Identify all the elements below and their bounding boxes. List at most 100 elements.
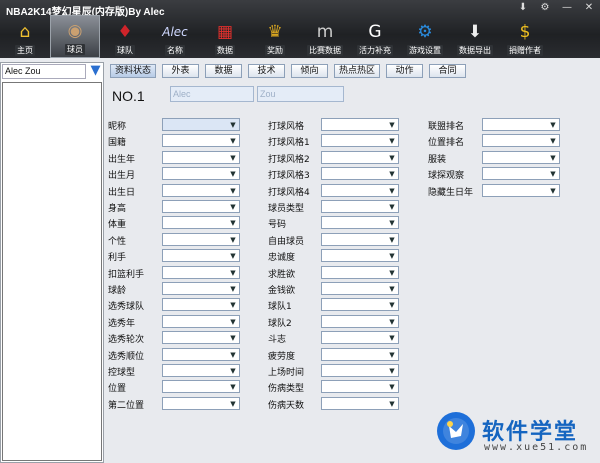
chevron-down-icon: ▼ xyxy=(230,121,236,129)
chevron-down-icon: ▼ xyxy=(230,285,236,293)
field-dropdown[interactable]: ▼ xyxy=(162,298,240,312)
field-dropdown[interactable]: ▼ xyxy=(162,118,240,131)
chevron-down-icon: ▼ xyxy=(550,137,556,146)
field-label: 疲劳度 xyxy=(268,351,296,362)
filter-funnel-icon[interactable]: ▼ xyxy=(88,64,103,79)
first-name-field[interactable]: Alec xyxy=(170,86,254,102)
house-icon: ⌂ xyxy=(19,22,31,42)
chevron-down-icon: ▼ xyxy=(389,235,395,244)
chevron-down-icon: ▼ xyxy=(230,186,236,195)
field-dropdown[interactable]: ▼ xyxy=(321,249,399,263)
field-dropdown[interactable]: ▼ xyxy=(321,150,399,164)
field-dropdown[interactable]: ▼ xyxy=(321,396,399,410)
field-dropdown[interactable]: ▼ xyxy=(162,167,240,181)
toolbar-button-2[interactable]: ♦ 球队 xyxy=(100,15,150,58)
field-dropdown[interactable]: ▼ xyxy=(162,364,240,377)
tab-3[interactable]: 技术 xyxy=(248,64,286,78)
field-label: 出生月 xyxy=(108,171,136,182)
field-dropdown[interactable]: ▼ xyxy=(321,265,399,279)
field-label: 国籍 xyxy=(108,138,127,149)
field-dropdown[interactable]: ▼ xyxy=(162,150,240,164)
toolbar-button-9[interactable]: ⬇ 数据导出 xyxy=(450,15,500,58)
player-number: NO.1 xyxy=(112,88,145,104)
field-dropdown[interactable]: ▼ xyxy=(482,183,560,197)
toolbar-button-10[interactable]: $ 捐赠作者 xyxy=(500,15,550,58)
field-label: 位置排名 xyxy=(428,138,465,149)
toolbar-button-4[interactable]: ▦ 数据 xyxy=(200,15,250,58)
toolbar-button-8[interactable]: ⚙ 游戏设置 xyxy=(400,15,450,58)
chevron-down-icon: ▼ xyxy=(389,153,395,162)
field-dropdown[interactable]: ▼ xyxy=(321,298,399,312)
field-dropdown[interactable]: ▼ xyxy=(482,118,560,131)
field-label: 隐藏生日年 xyxy=(428,187,474,198)
player-icon: ◉ xyxy=(67,21,83,41)
field-dropdown[interactable]: ▼ xyxy=(162,134,240,148)
field-dropdown[interactable]: ▼ xyxy=(321,331,399,345)
toolbar-button-3[interactable]: Alec 名称 xyxy=(150,15,200,58)
field-dropdown[interactable]: ▼ xyxy=(162,282,240,295)
toolbar-label: 数据导出 xyxy=(457,45,493,56)
tab-bar: 资料状态 外表 数据 技术 倾向 热点热区 动作 合同 xyxy=(110,64,467,78)
player-search-input[interactable]: Alec Zou xyxy=(2,64,86,79)
toolbar-label: 球队 xyxy=(115,45,135,56)
field-label: 昵称 xyxy=(108,122,127,132)
field-dropdown[interactable]: ▼ xyxy=(162,331,240,345)
field-dropdown[interactable]: ▼ xyxy=(321,282,399,295)
field-dropdown[interactable]: ▼ xyxy=(321,200,399,213)
tab-2[interactable]: 数据 xyxy=(205,64,243,78)
toolbar-button-0[interactable]: ⌂ 主页 xyxy=(0,15,50,58)
field-dropdown[interactable]: ▼ xyxy=(321,364,399,377)
tab-5[interactable]: 热点热区 xyxy=(334,64,381,78)
field-dropdown[interactable]: ▼ xyxy=(321,232,399,246)
field-dropdown[interactable]: ▼ xyxy=(321,314,399,328)
toolbar-button-7[interactable]: G 活力补充 xyxy=(350,15,400,58)
field-dropdown[interactable]: ▼ xyxy=(162,347,240,361)
field-label: 金钱欲 xyxy=(268,286,296,296)
field-dropdown[interactable]: ▼ xyxy=(482,134,560,148)
field-dropdown[interactable]: ▼ xyxy=(162,396,240,410)
field-label: 斗志 xyxy=(268,335,287,346)
toolbar-button-1[interactable]: ◉ 球员 xyxy=(50,15,100,58)
minimize-button[interactable]: — xyxy=(560,2,574,13)
toolbar-button-6[interactable]: m 比赛数据 xyxy=(300,15,350,58)
field-dropdown[interactable]: ▼ xyxy=(162,265,240,279)
field-dropdown[interactable]: ▼ xyxy=(162,380,240,394)
field-dropdown[interactable]: ▼ xyxy=(162,249,240,263)
field-label: 球员类型 xyxy=(268,204,305,214)
tab-4[interactable]: 倾向 xyxy=(291,64,329,78)
dollar-icon: $ xyxy=(519,22,531,42)
toolbar-button-5[interactable]: ♛ 奖励 xyxy=(250,15,300,58)
field-dropdown[interactable]: ▼ xyxy=(482,150,560,164)
chevron-down-icon: ▼ xyxy=(389,383,395,392)
player-list[interactable] xyxy=(2,82,102,461)
field-dropdown[interactable]: ▼ xyxy=(162,232,240,246)
field-dropdown[interactable]: ▼ xyxy=(162,183,240,197)
tab-0[interactable]: 资料状态 xyxy=(110,64,157,78)
field-dropdown[interactable]: ▼ xyxy=(321,216,399,230)
field-dropdown[interactable]: ▼ xyxy=(162,200,240,213)
brand-logo-icon: m xyxy=(316,22,334,42)
toolbar-label: 游戏设置 xyxy=(407,45,443,56)
close-button[interactable]: ✕ xyxy=(582,2,596,13)
field-dropdown[interactable]: ▼ xyxy=(321,183,399,197)
field-label: 出生年 xyxy=(108,154,136,165)
chevron-down-icon: ▼ xyxy=(389,121,395,129)
toolbar-label: 数据 xyxy=(215,45,235,56)
tab-6[interactable]: 动作 xyxy=(386,64,424,78)
tab-1[interactable]: 外表 xyxy=(162,64,200,78)
field-dropdown[interactable]: ▼ xyxy=(321,380,399,394)
field-dropdown[interactable]: ▼ xyxy=(321,118,399,131)
field-dropdown[interactable]: ▼ xyxy=(321,347,399,361)
field-label: 打球风格4 xyxy=(268,187,310,198)
download-window-icon[interactable]: ⬇ xyxy=(516,2,530,13)
tab-7[interactable]: 合同 xyxy=(429,64,467,78)
field-dropdown[interactable]: ▼ xyxy=(321,134,399,148)
field-dropdown[interactable]: ▼ xyxy=(162,216,240,230)
chevron-down-icon: ▼ xyxy=(550,153,556,162)
field-dropdown[interactable]: ▼ xyxy=(482,167,560,181)
field-dropdown[interactable]: ▼ xyxy=(162,314,240,328)
last-name-field[interactable]: Zou xyxy=(257,86,344,102)
field-dropdown[interactable]: ▼ xyxy=(321,167,399,181)
settings-window-icon[interactable]: ⚙ xyxy=(538,2,552,13)
field-label: 自由球员 xyxy=(268,236,305,247)
